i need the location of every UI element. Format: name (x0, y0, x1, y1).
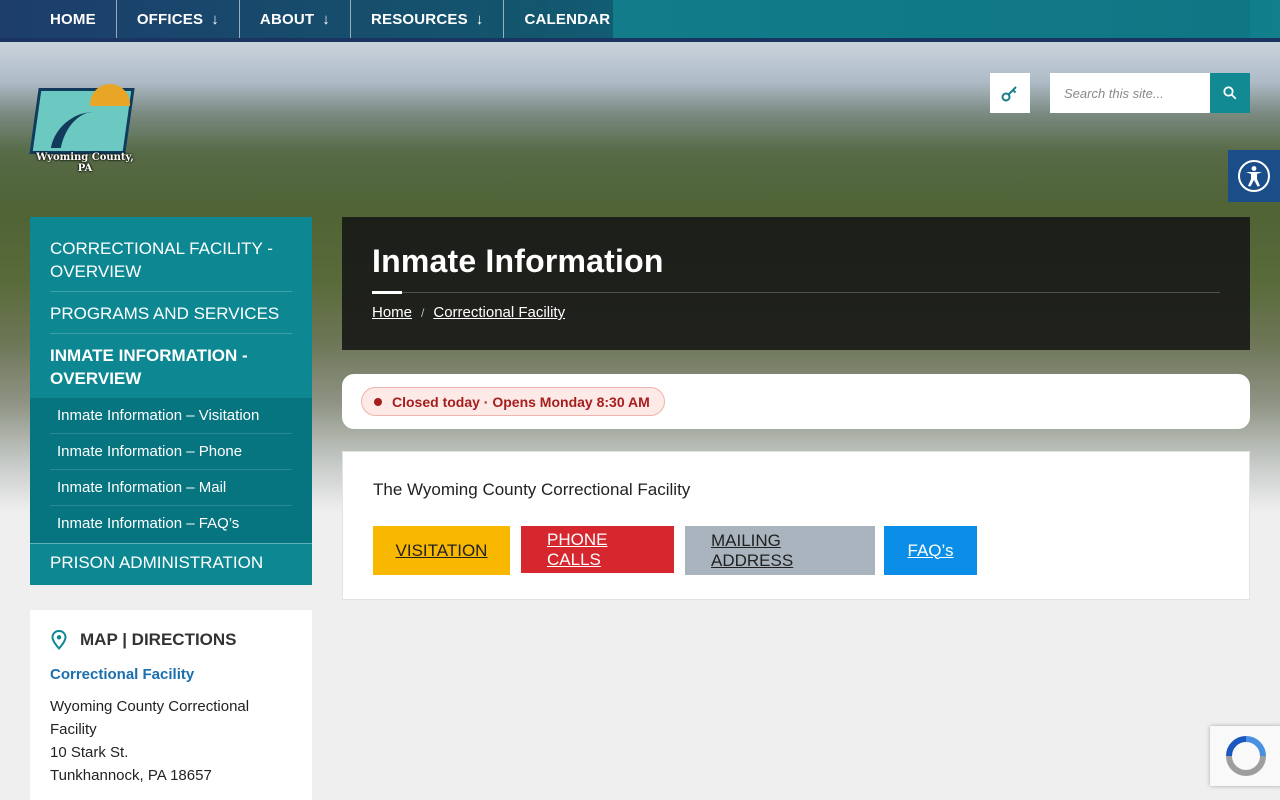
topbar-bottom-strip (0, 38, 1280, 42)
top-navigation-bar: HOME OFFICES ↓ ABOUT ↓ RESOURCES ↓ CALENDAR (0, 0, 1280, 42)
breadcrumb: Home / Correctional Facility (372, 304, 1220, 321)
sidebar-nav: CORRECTIONAL FACILITY - OVERVIEW PROGRAM… (30, 217, 312, 585)
sidebar-subitem-faq[interactable]: Inmate Information – FAQ’s (50, 506, 292, 543)
sidebar-item-prison-admin[interactable]: PRISON ADMINISTRATION (30, 543, 312, 585)
map-title-text: MAP | DIRECTIONS (80, 630, 237, 649)
logo-text: Wyoming County, PA (36, 152, 134, 174)
breadcrumb-correctional-facility[interactable]: Correctional Facility (433, 304, 565, 321)
phone-calls-button[interactable]: PHONE CALLS (521, 526, 674, 573)
map-pin-icon (51, 630, 67, 650)
sidebar-subitem-phone[interactable]: Inmate Information – Phone (50, 434, 292, 470)
arrow-down-icon: ↓ (211, 10, 219, 28)
nav-about-label: ABOUT (259, 10, 315, 28)
search-icon (1223, 86, 1237, 100)
button-row: VISITATION PHONE CALLS MAILING ADDRESS F… (373, 526, 1219, 575)
recaptcha-icon (1226, 736, 1266, 776)
intro-text: The Wyoming County Correctional Facility (373, 480, 691, 499)
nav-offices-label: OFFICES (136, 10, 204, 28)
sidebar-item-inmate-info[interactable]: INMATE INFORMATION - OVERVIEW (50, 333, 292, 398)
map-directions-card: MAP | DIRECTIONS Correctional Facility W… (30, 610, 312, 800)
accessibility-button[interactable] (1228, 150, 1280, 202)
mailing-address-button[interactable]: MAILING ADDRESS (685, 526, 875, 575)
accessibility-icon (1238, 160, 1270, 192)
faq-button[interactable]: FAQ’s (884, 526, 977, 575)
status-card: Closed today · Opens Monday 8:30 AM (342, 374, 1250, 429)
nav-resources-label: RESOURCES (370, 10, 468, 28)
status-badge: Closed today · Opens Monday 8:30 AM (361, 387, 665, 416)
map-title: MAP | DIRECTIONS (50, 630, 292, 650)
page-title: Inmate Information (372, 243, 664, 279)
arrow-down-icon: ↓ (475, 10, 484, 28)
title-divider (372, 291, 1220, 294)
key-icon (1001, 86, 1017, 102)
sidebar-subitem-visitation[interactable]: Inmate Information – Visitation (50, 398, 292, 434)
map-facility-link[interactable]: Correctional Facility (50, 666, 292, 683)
status-text: Closed today · Opens Monday 8:30 AM (392, 393, 650, 410)
address-line-2: 10 Stark St. (50, 744, 129, 761)
map-address: Wyoming County Correctional Facility 10 … (50, 695, 270, 787)
sidebar-item-overview[interactable]: CORRECTIONAL FACILITY - OVERVIEW (30, 217, 312, 291)
nav-calendar-label: CALENDAR (524, 10, 611, 28)
status-dot-icon (374, 397, 382, 406)
county-logo[interactable]: Wyoming County, PA (29, 84, 138, 174)
nav-resources[interactable]: RESOURCES ↓ (351, 0, 505, 38)
nav-home[interactable]: HOME (30, 0, 117, 38)
nav-about[interactable]: ABOUT ↓ (240, 0, 351, 38)
visitation-button[interactable]: VISITATION (373, 526, 510, 575)
page-header: Inmate Information Home / Correctional F… (342, 217, 1250, 350)
content-card: The Wyoming County Correctional Facility… (342, 451, 1250, 600)
search-button[interactable] (1210, 73, 1250, 113)
breadcrumb-separator: / (421, 305, 425, 320)
address-line-3: Tunkhannock, PA 18657 (50, 767, 212, 784)
sidebar-sub-list: Inmate Information – Visitation Inmate I… (30, 398, 312, 543)
breadcrumb-home[interactable]: Home (372, 304, 412, 321)
sidebar-subitem-mail[interactable]: Inmate Information – Mail (50, 470, 292, 506)
arrow-down-icon: ↓ (322, 10, 330, 28)
sidebar-item-programs[interactable]: PROGRAMS AND SERVICES (50, 291, 292, 333)
address-line-1: Wyoming County Correctional Facility (50, 698, 250, 738)
main-nav: HOME OFFICES ↓ ABOUT ↓ RESOURCES ↓ CALENDAR (30, 0, 631, 40)
nav-calendar[interactable]: CALENDAR (504, 0, 630, 38)
search-input[interactable] (1050, 73, 1210, 113)
nav-offices[interactable]: OFFICES ↓ (117, 0, 240, 38)
recaptcha-badge[interactable] (1210, 726, 1280, 786)
login-key-button[interactable] (990, 73, 1030, 113)
topbar-accent (613, 0, 1250, 40)
nav-home-label: HOME (50, 10, 96, 28)
